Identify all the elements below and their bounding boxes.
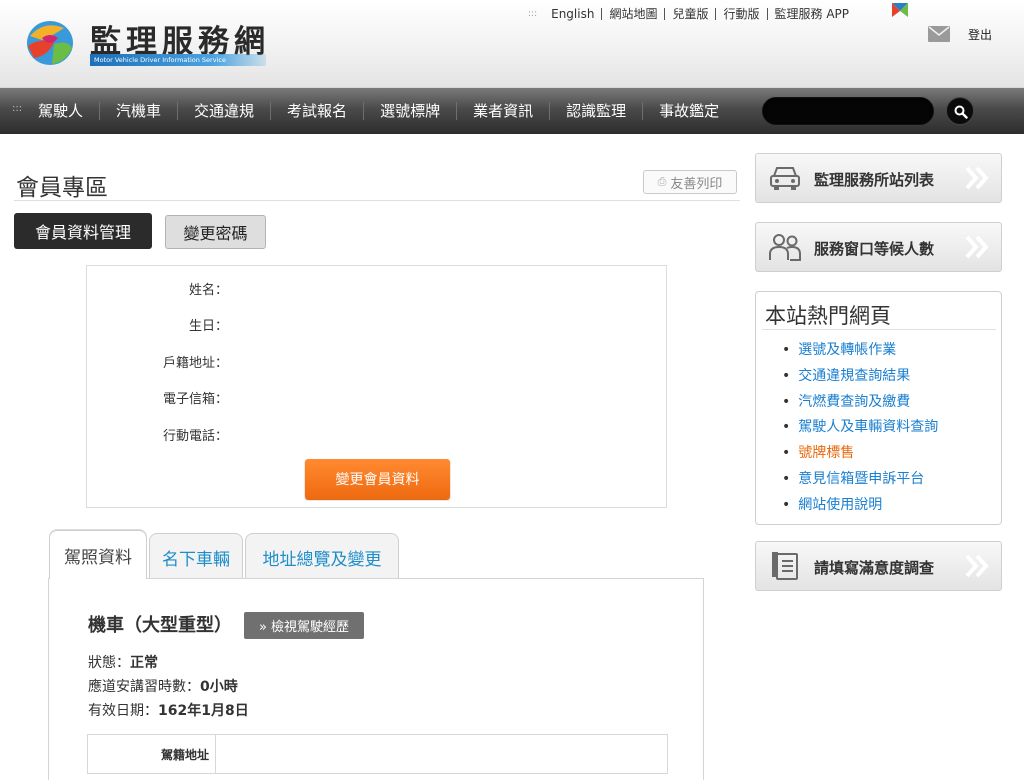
toplink-kids[interactable]: 兒童版 — [665, 8, 717, 20]
nav-dots-icon: ::: — [12, 103, 23, 114]
expiry-label: 有效日期： — [88, 703, 158, 719]
main-nav: ::: 駕駛人 汽機車 交通違規 考試報名 選號標牌 業者資訊 認識監理 事故鑑… — [0, 88, 1024, 134]
address-value — [216, 735, 667, 773]
printer-icon: ⎙ — [657, 175, 667, 188]
chevron-right-icon — [965, 235, 989, 259]
license-hours: 應道安講習時數：0小時 — [88, 676, 238, 696]
status-value: 正常 — [130, 655, 158, 671]
print-label: 友善列印 — [670, 176, 723, 192]
page-title: 會員專區 — [16, 175, 108, 201]
nav-item-business[interactable]: 業者資訊 — [456, 102, 549, 120]
hot-pages-box: 本站熱門網頁 選號及轉帳作業 交通違規查詢結果 汽燃費查詢及繳費 駕駛人及車輛資… — [755, 291, 1002, 525]
toplink-sitemap[interactable]: 網站地圖 — [602, 8, 666, 20]
nav-item-accident[interactable]: 事故鑑定 — [642, 102, 735, 120]
expiry-value: 162年1月8日 — [158, 703, 249, 719]
search-button[interactable] — [946, 97, 974, 125]
hot-link[interactable]: 選號及轉帳作業 — [782, 338, 938, 364]
toplink-app[interactable]: 監理服務 APP — [768, 8, 857, 20]
tab-change-password[interactable]: 變更密碼 — [165, 215, 266, 249]
print-button[interactable]: ⎙ 友善列印 — [643, 170, 737, 194]
survey-form-icon — [772, 552, 798, 580]
field-name-label: 姓名： — [188, 283, 228, 298]
tab-vehicles[interactable]: 名下車輛 — [149, 533, 243, 580]
field-birthday-label: 生日： — [188, 319, 228, 334]
people-icon — [769, 234, 801, 261]
field-email-label: 電子信箱： — [162, 392, 228, 407]
license-status: 狀態：正常 — [88, 652, 158, 672]
edit-member-button[interactable]: 變更會員資料 — [305, 459, 450, 499]
nav-item-driver[interactable]: 駕駛人 — [38, 102, 99, 120]
nav-item-about[interactable]: 認識監理 — [549, 102, 642, 120]
site-subtitle: Motor Vehicle Driver Information Service — [90, 54, 266, 66]
site-logo[interactable]: 監理服務網 Motor Vehicle Driver Information S… — [24, 16, 274, 72]
hot-link[interactable]: 網站使用說明 — [782, 493, 938, 519]
nav-item-plate[interactable]: 選號標牌 — [363, 102, 456, 120]
nav-item-exam[interactable]: 考試報名 — [270, 102, 363, 120]
tab-address-overview[interactable]: 地址總覽及變更 — [245, 533, 399, 580]
waiting-count-label: 服務窗口等候人數 — [814, 240, 935, 258]
hot-pages-list: 選號及轉帳作業 交通違規查詢結果 汽燃費查詢及繳費 駕駛人及車輛資料查詢 號牌標… — [782, 338, 938, 519]
search-icon — [954, 105, 968, 119]
station-list-label: 監理服務所站列表 — [814, 171, 935, 189]
toplink-mobile[interactable]: 行動版 — [716, 8, 768, 20]
survey-label: 請填寫滿意度調查 — [814, 559, 935, 577]
logo-globe-icon — [27, 21, 73, 65]
hot-link[interactable]: 號牌標售 — [782, 441, 938, 467]
app-flag-icon[interactable] — [890, 2, 910, 18]
hot-link[interactable]: 駕駛人及車輛資料查詢 — [782, 415, 938, 441]
hot-pages-divider — [762, 329, 996, 330]
hot-pages-title: 本站熱門網頁 — [765, 304, 891, 328]
nav-item-vehicle[interactable]: 汽機車 — [99, 102, 177, 120]
license-expiry: 有效日期：162年1月8日 — [88, 700, 249, 720]
station-list-button[interactable]: 監理服務所站列表 — [755, 153, 1002, 203]
waiting-count-button[interactable]: 服務窗口等候人數 — [755, 222, 1002, 272]
hours-value: 0小時 — [200, 679, 238, 695]
toplink-english[interactable]: English — [551, 8, 603, 20]
nav-item-violation[interactable]: 交通違規 — [177, 102, 270, 120]
status-label: 狀態： — [88, 655, 130, 671]
site-header: 監理服務網 Motor Vehicle Driver Information S… — [0, 0, 1024, 88]
hot-link[interactable]: 意見信箱暨申訴平台 — [782, 467, 938, 493]
mail-icon[interactable] — [928, 26, 950, 42]
search-input[interactable] — [762, 97, 934, 125]
tab-member-manage[interactable]: 會員資料管理 — [14, 213, 152, 249]
field-phone-label: 行動電話： — [162, 429, 228, 444]
address-table: 駕籍地址 — [87, 734, 668, 774]
logout-link[interactable]: 登出 — [968, 26, 992, 43]
car-icon — [770, 167, 800, 190]
profile-box: 姓名： 生日： 戶籍地址： 電子信箱： 行動電話： 變更會員資料 — [86, 265, 667, 508]
address-header: 駕籍地址 — [88, 735, 216, 773]
chevron-right-icon — [965, 554, 989, 578]
tab-license[interactable]: 駕照資料 — [49, 530, 147, 579]
top-links: ::: English 網站地圖 兒童版 行動版 監理服務 APP — [528, 6, 856, 22]
field-address-label: 戶籍地址： — [162, 356, 228, 371]
hot-link[interactable]: 汽燃費查詢及繳費 — [782, 390, 938, 416]
history-button[interactable]: » 檢視駕駛經歷 — [244, 612, 364, 639]
hours-label: 應道安講習時數： — [88, 679, 200, 695]
license-panel: 機車（大型重型） » 檢視駕駛經歷 狀態：正常 應道安講習時數：0小時 有效日期… — [48, 578, 704, 780]
license-title: 機車（大型重型） — [88, 615, 232, 636]
dots-icon: ::: — [528, 9, 538, 19]
title-divider — [14, 200, 740, 201]
survey-button[interactable]: 請填寫滿意度調查 — [755, 541, 1002, 591]
hot-link[interactable]: 交通違規查詢結果 — [782, 364, 938, 390]
chevron-right-icon — [965, 166, 989, 190]
